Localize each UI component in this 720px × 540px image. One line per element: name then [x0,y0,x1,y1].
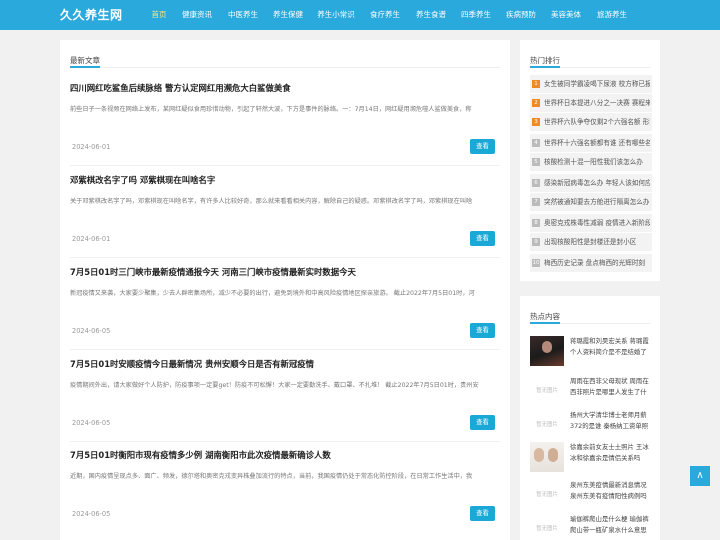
rank-title[interactable]: 奥密克戎株毒性减弱 疫情进入新阶段 [544,214,650,232]
divider [70,257,500,258]
divider [70,349,500,350]
thumbnail-photo [530,442,564,472]
title-accent [70,66,100,68]
ranking-panel: 热门排行 1 女生被同学霸凌喝下尿液 校方称已报警处理 2 世界杯日本提进八分之… [520,40,660,281]
top-navbar: 久久养生网 首页 健康资讯 中医养生 养生保健 养生小常识 食疗养生 养生食谱 … [0,0,720,30]
rank-title[interactable]: 世界杯六队争夺仅剩2个六强名额 形势如何 [544,113,650,131]
article-title[interactable]: 7月5日01时安顺疫情今日最新情况 贵州安顺今日是否有新冠疫情 [70,358,500,370]
article-date: 2024-06-01 [72,235,111,243]
divider [70,67,500,68]
hot-title[interactable]: 泉州东美疫情最新消息情况 泉州东美有疫情阳性病例吗 [570,480,652,502]
thumbnail-placeholder: 暂无图片 [530,514,564,540]
article-date: 2024-06-05 [72,510,111,518]
read-button[interactable]: 查看 [470,231,495,246]
hot-title[interactable]: 蒋璐霞和刘昊宏关系 蒋璐霞个人资料简介是不是结婚了 [570,336,652,358]
thumbnail-placeholder: 暂无图片 [530,410,564,440]
rank-title[interactable]: 女生被同学霸凌喝下尿液 校方称已报警处理 [544,75,650,93]
rank-item[interactable]: 10 梅西历史记录 盘点梅西的光辉时刻 [530,254,652,272]
latest-articles-panel: 最新文章 四川网红吃鲨鱼后续脉络 警方认定网红用濒危大白鲨做美食 前些日子一条视… [60,40,510,540]
rank-item[interactable]: 4 世界杯十六强名额都有谁 还有哪些名额 [530,134,652,152]
read-button[interactable]: 查看 [470,323,495,338]
read-button[interactable]: 查看 [470,506,495,521]
hot-thumbnail[interactable] [530,336,564,366]
article-date: 2024-06-05 [72,327,111,335]
article-summary: 前些日子一条视频在网络上发布，某网红疑似食用珍惜动物，引起了轩然大波，下方是事件… [70,106,472,113]
hot-title[interactable]: 周雨在西非父母现状 周雨在西非照片是哪里人发生了什么 [570,376,652,398]
back-to-top-button[interactable]: ∧ [690,466,710,486]
article-title[interactable]: 四川网红吃鲨鱼后续脉络 警方认定网红用濒危大白鲨做美食 [70,82,500,94]
rank-number: 6 [532,179,540,187]
rank-item[interactable]: 2 世界杯日本提进八分之一决赛 赛程来了 [530,94,652,112]
article-summary: 新冠疫情又来袭，大家要少聚集，少去人群密集场所，减少不必要的出行，避免到境外和中… [70,290,475,297]
article-summary: 疫情期间外出，请大家做好个人防护，防疫事项一定要get！防疫不可松懈！大家一定要… [70,382,479,389]
rank-title[interactable]: 突然被通知要去方舱进行隔离怎么办 [544,193,650,211]
nav-item-beauty[interactable]: 美容美体 [546,0,586,30]
nav-item-seasons[interactable]: 四季养生 [456,0,496,30]
rank-number: 5 [532,158,540,166]
rank-item[interactable]: 9 出现核酸阳性是封楼还是封小区 [530,233,652,251]
rank-number: 1 [532,80,540,88]
hot-thumbnail[interactable]: 暂无图片 [530,410,564,440]
hot-thumbnail[interactable] [530,442,564,472]
nav-item-travel[interactable]: 旅游养生 [592,0,632,30]
article-title[interactable]: 邓紫棋改名字了吗 邓紫棋现在叫啥名字 [70,174,500,186]
read-button[interactable]: 查看 [470,139,495,154]
hot-title[interactable]: 瑜伽裤爬山是什么梗 瑜伽裤爬山带一瓶矿泉水什么意思 [570,514,652,536]
hot-thumbnail[interactable]: 暂无图片 [530,480,564,510]
article-date: 2024-06-01 [72,143,111,151]
hot-thumbnail[interactable]: 暂无图片 [530,514,564,540]
rank-item[interactable]: 1 女生被同学霸凌喝下尿液 校方称已报警处理 [530,75,652,93]
nav-item-tcm[interactable]: 中医养生 [223,0,263,30]
thumbnail-photo [530,336,564,366]
rank-title[interactable]: 出现核酸阳性是封楼还是封小区 [544,233,650,251]
article-title[interactable]: 7月5日01时衡阳市现有疫情多少例 湖南衡阳市此次疫情最新确诊人数 [70,449,500,461]
hot-thumbnail[interactable]: 暂无图片 [530,376,564,406]
section-title: 热门排行 [530,56,560,65]
rank-number: 8 [532,219,540,227]
rank-item[interactable]: 3 世界杯六队争夺仅剩2个六强名额 形势如何 [530,113,652,131]
nav-item-tips[interactable]: 养生小常识 [314,0,358,30]
rank-title[interactable]: 世界杯日本提进八分之一决赛 赛程来了 [544,94,650,112]
hot-title[interactable]: 扬州大学清华博士老师月薪372的是谁 秦杨纳工资单照片 [570,410,652,432]
divider [70,441,500,442]
rank-item[interactable]: 6 感染新冠病毒怎么办 年轻人该如何应对 [530,174,652,192]
nav-item-health-care[interactable]: 养生保健 [268,0,308,30]
nav-item-recipes[interactable]: 养生食谱 [411,0,451,30]
nav-item-health-news[interactable]: 健康资讯 [176,0,218,30]
rank-number: 2 [532,99,540,107]
divider [70,165,500,166]
hot-item[interactable]: 暂无图片 瑜伽裤爬山是什么梗 瑜伽裤爬山带一瓶矿泉水什么意思 [530,514,652,540]
rank-title[interactable]: 梅西历史记录 盘点梅西的光辉时刻 [544,254,650,272]
hot-item[interactable]: 徐嘉余前女友士土照片 王冰冰和徐嘉余是情侣关系吗 [530,442,652,482]
rank-number: 4 [532,139,540,147]
rank-number: 7 [532,198,540,206]
rank-item[interactable]: 5 核酸检测十混一阳性我们该怎么办 [530,153,652,171]
section-title: 热点内容 [530,312,560,321]
nav-item-home[interactable]: 首页 [146,0,172,30]
section-title: 最新文章 [70,56,100,65]
article-summary: 近期，国内疫情呈现点多、面广、频发，德尔塔和奥密克戎变异株叠加流行的特点，当前，… [70,473,473,480]
title-accent [530,66,560,68]
rank-title[interactable]: 感染新冠病毒怎么办 年轻人该如何应对 [544,174,650,192]
site-logo[interactable]: 久久养生网 [60,6,123,23]
hot-title[interactable]: 徐嘉余前女友士土照片 王冰冰和徐嘉余是情侣关系吗 [570,442,652,464]
rank-number: 3 [532,118,540,126]
thumbnail-placeholder: 暂无图片 [530,480,564,510]
nav-item-disease-prevention[interactable]: 疾病预防 [501,0,541,30]
rank-item[interactable]: 7 突然被通知要去方舱进行隔离怎么办 [530,193,652,211]
rank-number: 9 [532,238,540,246]
article-title[interactable]: 7月5日01时三门峡市最新疫情通报今天 河南三门峡市疫情最新实时数据今天 [70,266,500,278]
article-date: 2024-06-05 [72,419,111,427]
article-summary: 关于邓紫棋改名字了吗，邓紫棋现在叫啥名字，有许多人比较好奇，那么就来看看相关内容… [70,198,473,205]
nav-item-diet-therapy[interactable]: 食疗养生 [365,0,405,30]
rank-title[interactable]: 核酸检测十混一阳性我们该怎么办 [544,153,650,171]
thumbnail-placeholder: 暂无图片 [530,376,564,406]
read-button[interactable]: 查看 [470,415,495,430]
hot-item[interactable]: 蒋璐霞和刘昊宏关系 蒋璐霞个人资料简介是不是结婚了 [530,336,652,376]
rank-item[interactable]: 8 奥密克戎株毒性减弱 疫情进入新阶段 [530,214,652,232]
title-accent [530,322,560,324]
hot-content-panel: 热点内容 蒋璐霞和刘昊宏关系 蒋璐霞个人资料简介是不是结婚了 暂无图片 周雨在西… [520,296,660,540]
rank-title[interactable]: 世界杯十六强名额都有谁 还有哪些名额 [544,134,650,152]
rank-number: 10 [532,259,540,267]
